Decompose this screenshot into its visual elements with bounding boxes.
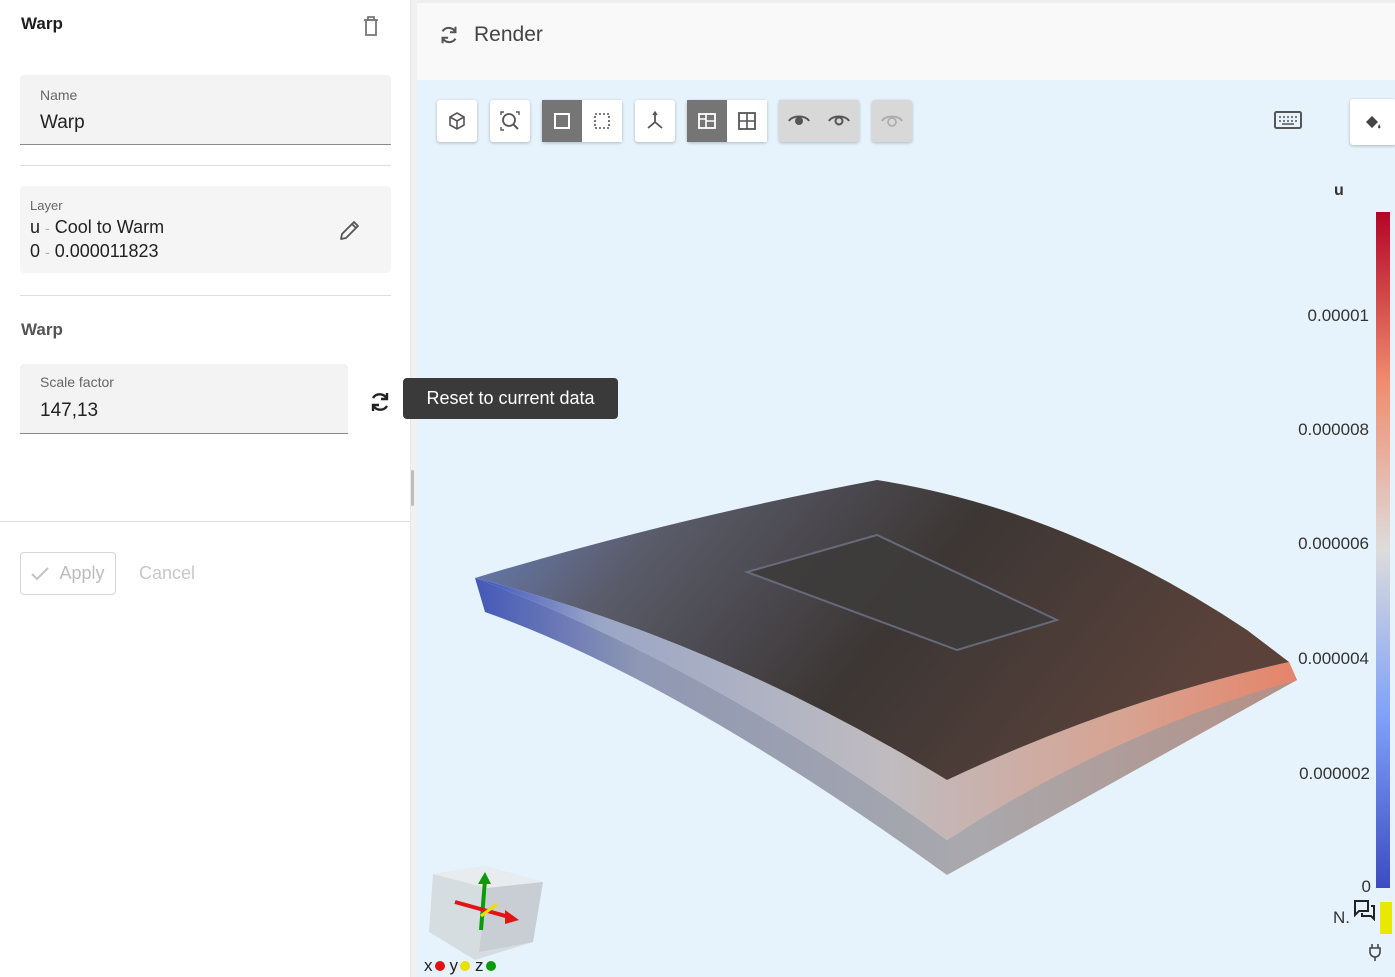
layer-array-row: u - Cool to Warm — [30, 217, 164, 238]
legend-tick: 0.000006 — [1298, 534, 1369, 553]
box-select-button[interactable] — [582, 100, 622, 142]
legend-title: u — [1334, 182, 1344, 199]
grid-icon — [738, 112, 756, 130]
render-viewport[interactable]: u 0.00001 0.000008 0.000006 0.000004 0.0… — [417, 80, 1395, 977]
axis-x-label: x — [424, 956, 433, 975]
show-all-button[interactable] — [872, 100, 912, 142]
zoom-icon — [500, 111, 520, 131]
paint-bucket-icon — [1366, 116, 1381, 129]
separator: - — [45, 220, 50, 236]
nan-color-swatch — [1380, 902, 1392, 934]
reset-icon[interactable] — [367, 389, 393, 420]
layer-range-row: 0 - 0.000011823 — [30, 241, 159, 262]
axis-y-label: y — [449, 956, 459, 975]
cancel-button[interactable]: Cancel — [139, 563, 195, 584]
name-field[interactable]: Name Warp — [20, 75, 391, 145]
legend-tick: 0.00001 — [1307, 306, 1369, 325]
legend-tick: 0.000004 — [1298, 649, 1369, 668]
legend-colorbar — [1376, 212, 1390, 888]
reset-tooltip: Reset to current data — [403, 378, 618, 419]
trash-icon[interactable] — [360, 14, 382, 38]
plug-icon — [1367, 943, 1383, 966]
zoom-to-box-button[interactable] — [490, 100, 530, 142]
divider — [20, 165, 391, 166]
axis-z-label: z — [475, 956, 484, 975]
layer-selector: Layer u - Cool to Warm 0 - 0.000011823 — [20, 186, 391, 273]
hide-button[interactable] — [779, 100, 819, 142]
warped-surface[interactable] — [417, 80, 1395, 977]
apply-button[interactable]: Apply — [20, 552, 116, 595]
surface-select-button[interactable] — [542, 100, 582, 142]
properties-panel: Warp Name Warp Layer u - Cool to Warm 0 … — [0, 0, 410, 977]
axis-z-dot — [485, 961, 496, 971]
layout-split-button[interactable] — [687, 100, 727, 142]
render-header — [417, 0, 1395, 80]
layout-grid-button[interactable] — [727, 100, 767, 142]
cube-icon — [449, 112, 465, 130]
color-style-button[interactable] — [1350, 99, 1395, 145]
show-button[interactable] — [819, 100, 859, 142]
axes-button[interactable] — [635, 100, 675, 142]
axes-legend: xyz — [424, 956, 501, 976]
apply-label: Apply — [59, 563, 105, 583]
divider — [20, 295, 391, 296]
separator: - — [45, 244, 50, 260]
square-icon — [554, 113, 570, 129]
dotted-square-icon — [594, 113, 610, 129]
splitter-handle[interactable] — [411, 470, 414, 506]
eye-outline-icon — [828, 115, 850, 126]
legend-tick: 0.000008 — [1298, 420, 1369, 439]
refresh-icon[interactable] — [437, 22, 461, 53]
name-field-value[interactable]: Warp — [40, 112, 85, 134]
layout-group — [687, 100, 767, 142]
legend-tick: 0 — [1361, 877, 1371, 896]
scale-factor-value[interactable]: 147,13 — [40, 400, 98, 422]
nan-label: N. — [1333, 908, 1350, 927]
eye-refresh-icon — [881, 115, 903, 127]
layer-label: Layer — [30, 198, 63, 213]
layer-range-max: 0.000011823 — [54, 241, 159, 261]
reset-camera-button[interactable] — [437, 100, 477, 142]
panel-title: Warp — [21, 14, 63, 33]
keyboard-icon[interactable] — [1274, 109, 1302, 136]
pencil-icon[interactable] — [338, 218, 362, 247]
eye-icon — [788, 115, 810, 125]
name-field-label: Name — [40, 87, 78, 103]
legend-tick: 0.000002 — [1299, 764, 1370, 783]
visibility-group — [779, 100, 859, 142]
layer-array-name: u — [30, 217, 41, 237]
section-title-warp: Warp — [21, 320, 63, 339]
layer-colormap: Cool to Warm — [54, 217, 165, 237]
feedback-icon[interactable] — [1352, 899, 1376, 926]
selection-mode-group — [542, 100, 622, 142]
render-title: Render — [474, 23, 543, 46]
check-icon — [31, 566, 50, 580]
layer-range-min: 0 — [30, 241, 41, 261]
divider — [0, 521, 410, 522]
axes-icon — [647, 110, 663, 129]
orientation-cube[interactable] — [425, 862, 555, 962]
axis-y-dot — [460, 961, 470, 971]
scale-factor-label: Scale factor — [40, 374, 114, 390]
axis-x-dot — [434, 961, 445, 971]
scale-factor-field[interactable]: Scale factor 147,13 — [20, 364, 348, 434]
layout-icon — [698, 113, 716, 129]
